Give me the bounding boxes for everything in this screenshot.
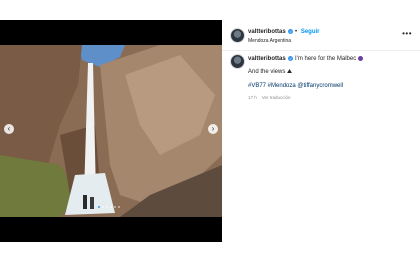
separator-dot: • bbox=[295, 29, 298, 36]
location-link[interactable]: Mendoza Argentina bbox=[248, 38, 291, 44]
caption-line-2: And the views ⛰ bbox=[248, 69, 292, 76]
avatar[interactable] bbox=[230, 28, 245, 43]
carousel-dot bbox=[102, 206, 104, 208]
instagram-post: ‹ › valtteribottas ✓ • Seguir Mendoza Ar… bbox=[0, 20, 420, 242]
carousel-dot bbox=[98, 206, 100, 208]
waterfall-photo bbox=[0, 45, 222, 217]
caption-text-2: And the views bbox=[248, 69, 286, 75]
carousel-prev-button[interactable]: ‹ bbox=[4, 124, 14, 134]
username-link[interactable]: valtteribottas bbox=[248, 56, 286, 62]
translate-link[interactable]: Ver traducción bbox=[262, 95, 291, 100]
carousel-dot bbox=[106, 206, 108, 208]
verified-badge-icon: ✓ bbox=[288, 29, 294, 34]
carousel-next-button[interactable]: › bbox=[208, 124, 218, 134]
post-header: valtteribottas ✓ • Seguir Mendoza Argent… bbox=[222, 20, 420, 51]
avatar[interactable] bbox=[230, 54, 245, 69]
carousel-dot bbox=[118, 206, 120, 208]
username-link[interactable]: valtteribottas bbox=[248, 29, 286, 35]
carousel-indicator bbox=[98, 206, 120, 208]
header-user-line: valtteribottas ✓ • Seguir bbox=[248, 29, 319, 35]
mountain-emoji-icon: ⛰ bbox=[287, 69, 293, 75]
timestamp: 17 h bbox=[248, 95, 257, 100]
follow-button[interactable]: Seguir bbox=[301, 29, 320, 35]
post-sidebar: valtteribottas ✓ • Seguir Mendoza Argent… bbox=[222, 20, 420, 242]
post-media[interactable]: ‹ › bbox=[0, 20, 222, 242]
caption-meta: 17 h Ver traducción bbox=[248, 95, 291, 100]
more-horizontal-icon[interactable]: ••• bbox=[402, 29, 412, 38]
caption-hashtags[interactable]: #VB77 #Mendoza @tiffanycromwell bbox=[248, 83, 343, 90]
carousel-dot bbox=[114, 206, 116, 208]
verified-badge-icon: ✓ bbox=[288, 56, 294, 61]
caption-line-1: valtteribottas ✓ I'm here for the Malbec bbox=[248, 56, 363, 63]
caption-text: I'm here for the Malbec bbox=[295, 56, 357, 63]
grapes-emoji-icon bbox=[357, 56, 363, 61]
carousel-dot bbox=[110, 206, 112, 208]
